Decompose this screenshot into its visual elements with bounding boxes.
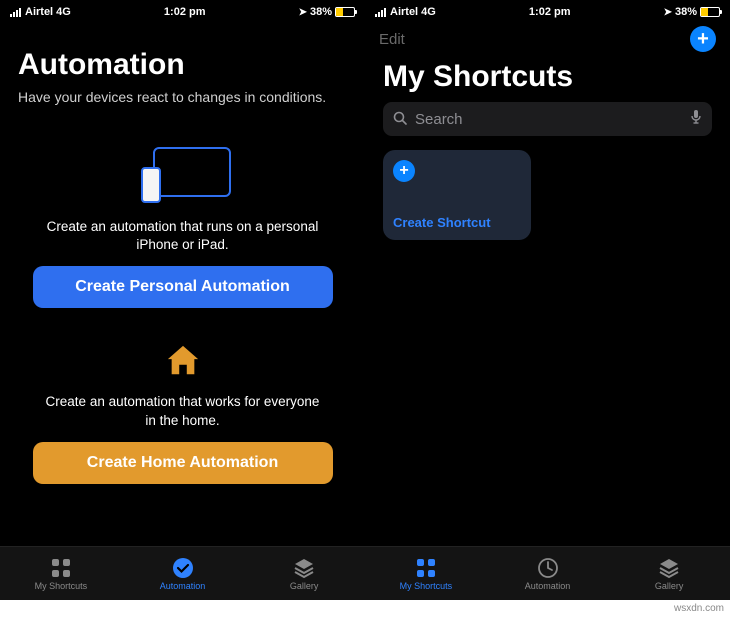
plus-icon: +: [393, 160, 415, 182]
page-subtitle: Have your devices react to changes in co…: [18, 88, 347, 107]
page-title: My Shortcuts: [383, 60, 712, 94]
personal-automation-section: Create an automation that runs on a pers…: [18, 137, 347, 308]
home-icon: [164, 344, 202, 378]
clock-check-icon: [172, 557, 194, 579]
tab-automation[interactable]: Automation: [487, 547, 609, 600]
tab-label: Automation: [160, 581, 206, 591]
grid-icon: [415, 557, 437, 579]
clock-check-icon: [537, 557, 559, 579]
search-field[interactable]: [383, 102, 712, 136]
status-bar: Airtel 4G 1:02 pm ➤ 38%: [365, 0, 730, 22]
tab-gallery[interactable]: Gallery: [243, 547, 365, 600]
tab-my-shortcuts[interactable]: My Shortcuts: [0, 547, 122, 600]
create-personal-automation-button[interactable]: Create Personal Automation: [33, 266, 333, 308]
home-automation-desc: Create an automation that works for ever…: [43, 393, 323, 429]
tab-automation[interactable]: Automation: [122, 547, 244, 600]
location-icon: ➤: [299, 7, 307, 18]
signal-icon: [10, 7, 21, 17]
carrier-label: Airtel 4G: [25, 6, 71, 18]
tab-gallery[interactable]: Gallery: [608, 547, 730, 600]
tab-label: Gallery: [655, 581, 684, 591]
my-shortcuts-screen: Airtel 4G 1:02 pm ➤ 38% Edit + My Shortc…: [365, 0, 730, 600]
mic-icon[interactable]: [690, 109, 702, 129]
home-automation-section: Create an automation that works for ever…: [18, 338, 347, 483]
tab-label: My Shortcuts: [400, 581, 453, 591]
search-input[interactable]: [415, 111, 682, 128]
clock-label: 1:02 pm: [164, 6, 206, 18]
automation-screen: Airtel 4G 1:02 pm ➤ 38% Automation Have …: [0, 0, 365, 600]
add-shortcut-button[interactable]: +: [690, 26, 716, 52]
edit-button[interactable]: Edit: [379, 31, 405, 48]
tab-bar: My Shortcuts Automation Gallery: [365, 546, 730, 600]
battery-percent: 38%: [310, 6, 332, 18]
tab-label: Gallery: [290, 581, 319, 591]
signal-icon: [375, 7, 386, 17]
carrier-label: Airtel 4G: [390, 6, 436, 18]
create-shortcut-card[interactable]: + Create Shortcut: [383, 150, 531, 240]
stack-icon: [293, 557, 315, 579]
location-icon: ➤: [664, 7, 672, 18]
page-title: Automation: [18, 48, 347, 82]
stack-icon: [658, 557, 680, 579]
personal-automation-desc: Create an automation that runs on a pers…: [43, 218, 323, 254]
tab-bar: My Shortcuts Automation Gallery: [0, 546, 365, 600]
tab-label: Automation: [525, 581, 571, 591]
devices-icon: [135, 147, 231, 203]
battery-icon: [335, 7, 355, 17]
grid-icon: [50, 557, 72, 579]
tab-label: My Shortcuts: [35, 581, 88, 591]
watermark: wsxdn.com: [674, 603, 724, 614]
search-icon: [393, 111, 407, 128]
tab-my-shortcuts[interactable]: My Shortcuts: [365, 547, 487, 600]
clock-label: 1:02 pm: [529, 6, 571, 18]
create-shortcut-label: Create Shortcut: [393, 215, 521, 230]
battery-icon: [700, 7, 720, 17]
status-bar: Airtel 4G 1:02 pm ➤ 38%: [0, 0, 365, 22]
battery-percent: 38%: [675, 6, 697, 18]
create-home-automation-button[interactable]: Create Home Automation: [33, 442, 333, 484]
